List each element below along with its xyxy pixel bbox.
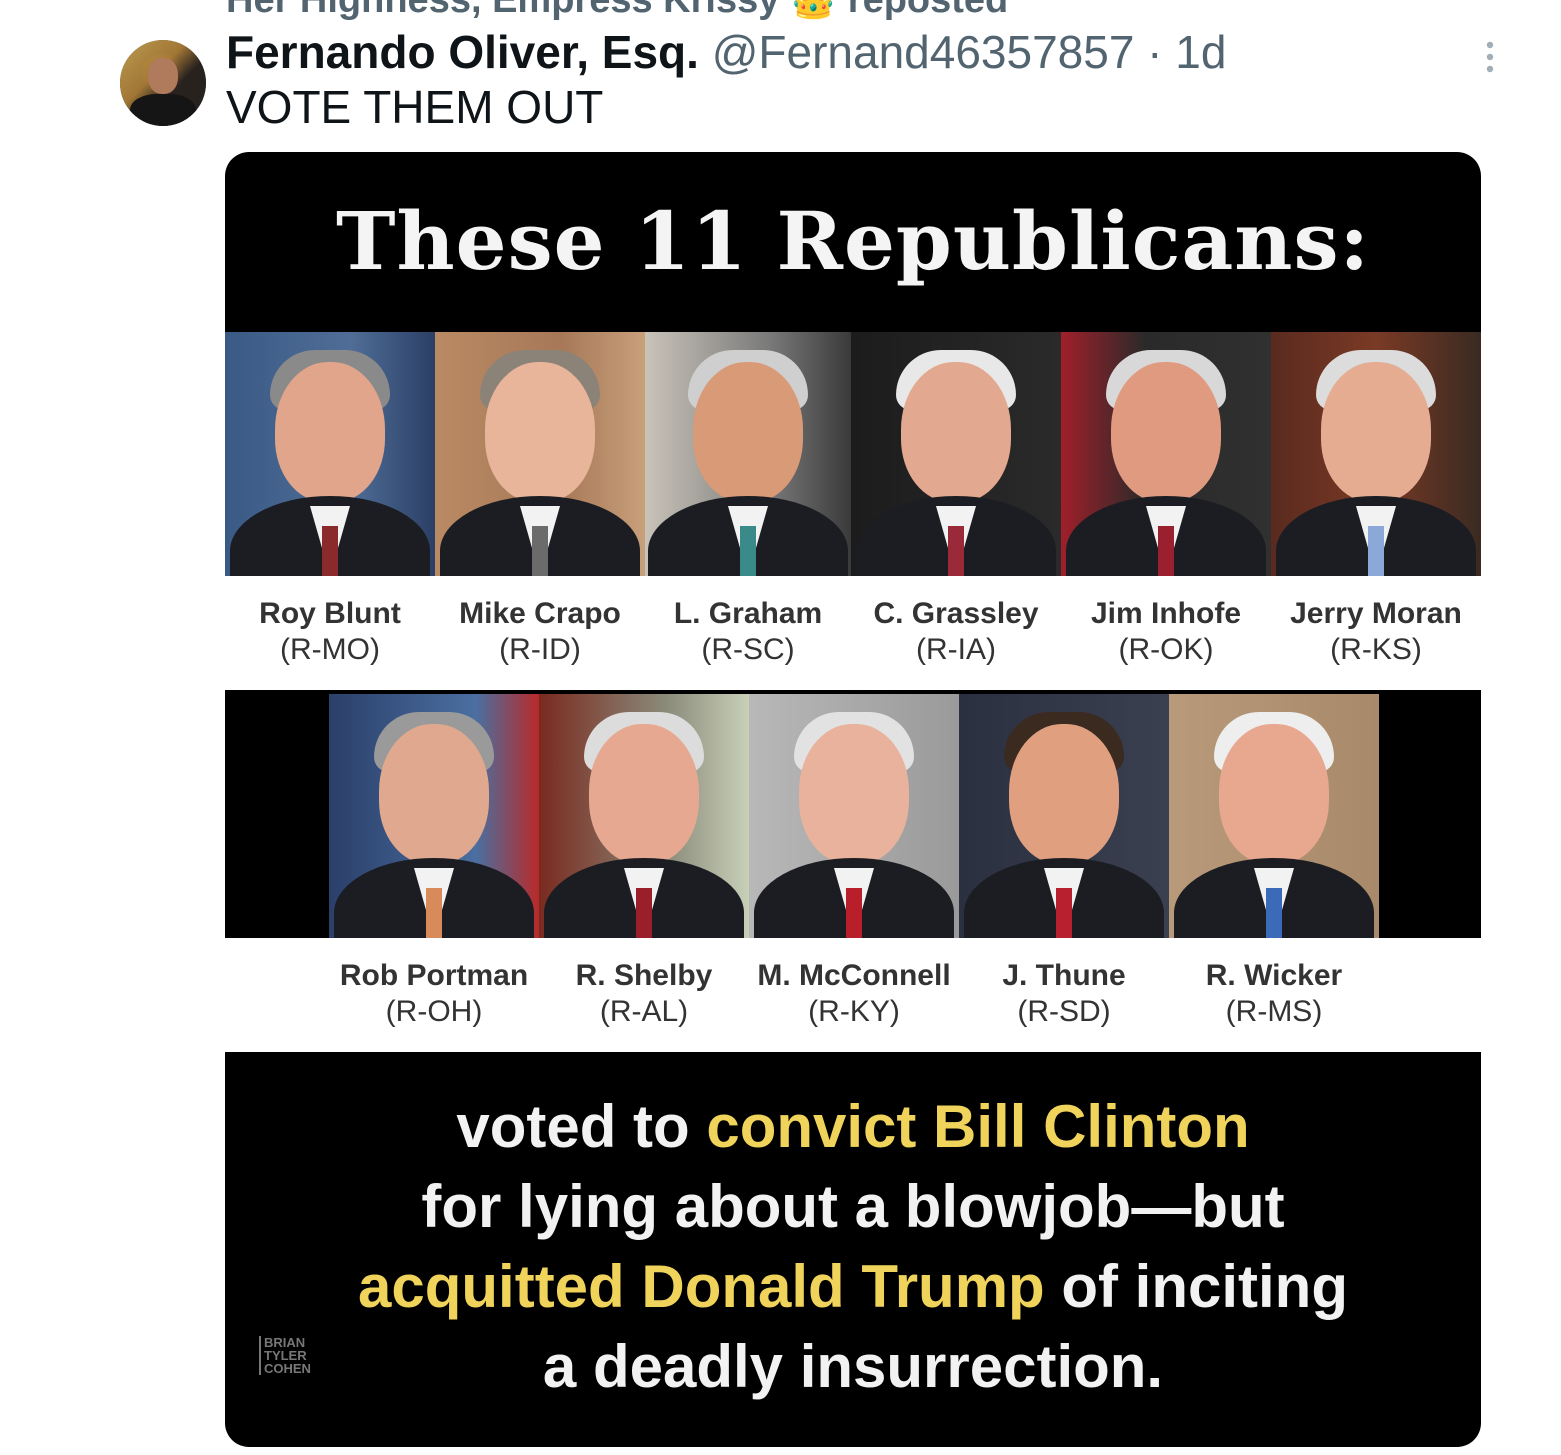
- photo-row-2: [329, 694, 1379, 938]
- senator-label: R. Wicker (R-MS): [1205, 959, 1343, 1028]
- header-separator: ·: [1134, 26, 1176, 78]
- senator-label: Rob Portman (R-OH): [339, 959, 529, 1028]
- senator-label: Jim Inhofe (R-OK): [1090, 597, 1241, 666]
- tweet-text: VOTE THEM OUT: [226, 81, 604, 133]
- tweet-media-image[interactable]: These 11 Republicans: Roy Blunt (R-MO) M…: [225, 152, 1481, 1447]
- senator-photo: [645, 332, 851, 576]
- author-name[interactable]: Fernando Oliver, Esq.: [226, 26, 699, 78]
- author-avatar[interactable]: [120, 40, 206, 126]
- senator-photo: [539, 694, 749, 938]
- senator-label: J. Thune (R-SD): [1002, 959, 1126, 1028]
- senator-photo: [1061, 332, 1271, 576]
- senator-label: Mike Crapo (R-ID): [459, 597, 621, 666]
- senator-label: Roy Blunt (R-MO): [259, 597, 401, 666]
- author-handle[interactable]: @Fernand46357857: [712, 26, 1135, 78]
- senator-label: Jerry Moran (R-KS): [1290, 597, 1462, 666]
- senator-photo: [1271, 332, 1481, 576]
- senator-label: R. Shelby (R-AL): [575, 959, 713, 1028]
- senator-photo: [851, 332, 1061, 576]
- senator-label: C. Grassley (R-IA): [873, 597, 1039, 666]
- senator-label: L. Graham (R-SC): [673, 597, 823, 666]
- watermark-logo: BRIAN TYLER COHEN: [259, 1336, 328, 1375]
- senator-photo: [225, 332, 435, 576]
- senator-photo: [1169, 694, 1379, 938]
- senator-photo: [959, 694, 1169, 938]
- senator-label: M. McConnell (R-KY): [757, 959, 951, 1028]
- tweet-header: Fernando Oliver, Esq. @Fernand46357857 ·…: [226, 26, 1226, 78]
- senator-photo: [329, 694, 539, 938]
- photo-row-1: [225, 332, 1481, 576]
- media-caption: voted to convict Bill Clinton for lying …: [358, 1093, 1348, 1400]
- media-title: These 11 Republicans:: [335, 194, 1371, 288]
- tweet-timestamp[interactable]: 1d: [1175, 26, 1226, 78]
- more-vertical-icon[interactable]: [1478, 40, 1502, 74]
- senator-photo: [749, 694, 959, 938]
- repost-indicator[interactable]: Her Highness, Empress Krissy 👑 reposted: [226, 0, 1008, 22]
- senator-photo: [435, 332, 645, 576]
